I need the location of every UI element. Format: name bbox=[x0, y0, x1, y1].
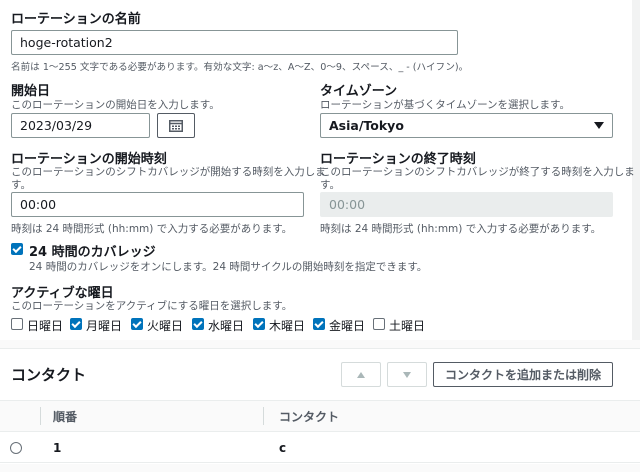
day-wednesday-checkbox[interactable] bbox=[192, 318, 204, 330]
day-friday-label: 金曜日 bbox=[329, 319, 366, 333]
row-select-radio[interactable] bbox=[10, 442, 22, 454]
caret-up-icon bbox=[357, 371, 365, 378]
day-thursday-label: 木曜日 bbox=[269, 319, 306, 333]
day-friday[interactable]: 金曜日 bbox=[313, 317, 365, 334]
coverage24-checkbox[interactable] bbox=[11, 243, 23, 255]
day-saturday-label: 土曜日 bbox=[389, 319, 426, 333]
day-sunday-label: 日曜日 bbox=[27, 319, 64, 333]
move-up-button[interactable] bbox=[341, 362, 381, 387]
start-time-desc-line2: す。 bbox=[11, 179, 31, 191]
cell-contact: c bbox=[279, 441, 287, 455]
calendar-icon bbox=[169, 119, 183, 132]
rotation-name-label: ローテーションの名前 bbox=[11, 12, 141, 27]
timezone-select[interactable]: Asia/Tokyo bbox=[320, 113, 613, 138]
rotation-name-input[interactable]: hoge-rotation2 bbox=[11, 30, 458, 55]
table-footer bbox=[0, 464, 640, 472]
end-time-desc-line2: す。 bbox=[320, 179, 340, 191]
end-time-hint: 時刻は 24 時間形式 (hh:mm) で入力する必要があります。 bbox=[320, 223, 602, 235]
caret-down-icon bbox=[403, 371, 411, 378]
move-down-button[interactable] bbox=[387, 362, 427, 387]
end-time-desc-line1: このローテーションのシフトカバレッジが終了する時刻を入力しま bbox=[320, 166, 635, 178]
section-divider bbox=[0, 340, 640, 348]
add-remove-contacts-button[interactable]: コンタクトを追加または削除 bbox=[433, 362, 613, 387]
column-divider bbox=[263, 407, 264, 425]
coverage24-label: 24 時間のカバレッジ bbox=[29, 245, 156, 260]
day-thursday[interactable]: 木曜日 bbox=[253, 317, 305, 334]
start-date-desc: このローテーションの開始日を入力します。 bbox=[11, 99, 220, 111]
cell-order: 1 bbox=[53, 441, 62, 455]
column-header-order[interactable]: 順番 bbox=[53, 408, 77, 425]
day-tuesday-label: 火曜日 bbox=[147, 319, 184, 333]
day-sunday[interactable]: 日曜日 bbox=[11, 317, 63, 334]
active-days-desc: このローテーションをアクティブにする曜日を選択します。 bbox=[11, 300, 293, 312]
day-wednesday[interactable]: 水曜日 bbox=[192, 317, 244, 334]
day-tuesday-checkbox[interactable] bbox=[131, 318, 143, 330]
day-monday-checkbox[interactable] bbox=[70, 318, 82, 330]
day-saturday[interactable]: 土曜日 bbox=[373, 317, 425, 334]
table-row[interactable]: 1 c bbox=[0, 433, 640, 463]
coverage24-desc: 24 時間のカバレッジをオンにします。24 時間サイクルの開始時刻を指定できます… bbox=[29, 261, 428, 273]
column-header-contact[interactable]: コンタクト bbox=[279, 408, 339, 425]
column-divider bbox=[40, 407, 41, 425]
end-time-input: 00:00 bbox=[320, 192, 613, 217]
day-wednesday-label: 水曜日 bbox=[208, 319, 245, 333]
day-sunday-checkbox[interactable] bbox=[11, 318, 23, 330]
contacts-section: コンタクト コンタクトを追加または削除 順番 コンタクト 1 c bbox=[0, 348, 640, 472]
day-tuesday[interactable]: 火曜日 bbox=[131, 317, 183, 334]
caret-down-icon bbox=[594, 122, 604, 129]
start-time-hint: 時刻は 24 時間形式 (hh:mm) で入力する必要があります。 bbox=[11, 223, 293, 235]
day-monday[interactable]: 月曜日 bbox=[70, 317, 122, 334]
day-monday-label: 月曜日 bbox=[86, 319, 123, 333]
start-date-input[interactable]: 2023/03/29 bbox=[11, 113, 150, 138]
start-time-desc-line1: このローテーションのシフトカバレッジが開始する時刻を入力しま bbox=[11, 166, 326, 178]
rotation-name-hint: 名前は 1〜255 文字である必要があります。有効な文字: a〜z、A〜Z、0〜… bbox=[11, 62, 469, 73]
day-friday-checkbox[interactable] bbox=[313, 318, 325, 330]
day-saturday-checkbox[interactable] bbox=[373, 318, 385, 330]
timezone-desc: ローテーションが基づくタイムゾーンを選択します。 bbox=[320, 99, 571, 111]
contacts-title: コンタクト bbox=[11, 366, 87, 384]
day-thursday-checkbox[interactable] bbox=[253, 318, 265, 330]
start-time-input[interactable]: 00:00 bbox=[11, 192, 304, 217]
calendar-button[interactable] bbox=[157, 113, 195, 138]
